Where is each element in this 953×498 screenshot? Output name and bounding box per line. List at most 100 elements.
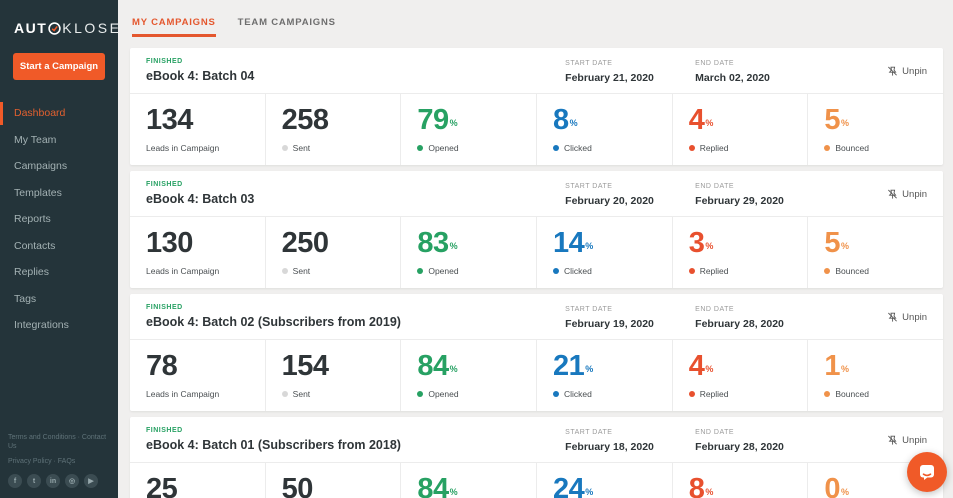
social-links: f t in ◎ ▶	[8, 474, 110, 490]
stat-cell: 250 Sent	[266, 217, 402, 288]
logo-text-klose: KLOSE	[62, 20, 122, 36]
stat-dot-icon	[553, 145, 560, 151]
sidebar-item-replies[interactable]: Replies	[0, 261, 118, 284]
footer-links-terms[interactable]: Terms and Conditions · Contact Us	[8, 433, 110, 451]
sidebar-item-dashboard[interactable]: Dashboard	[0, 102, 118, 125]
stat-value: 79%	[417, 104, 458, 136]
sidebar-item-reports[interactable]: Reports	[0, 208, 118, 231]
sidebar-item-campaigns[interactable]: Campaigns	[0, 155, 118, 178]
end-date-block: END DATE February 28, 2020	[695, 429, 825, 453]
stat-cell: 50 Sent	[266, 463, 402, 498]
stat-cell: 84% Opened	[401, 340, 538, 411]
end-date-label: END DATE	[695, 429, 735, 436]
twitter-icon[interactable]: t	[27, 474, 41, 488]
end-date-value: February 28, 2020	[695, 441, 784, 453]
chat-icon	[920, 465, 934, 480]
stat-cell: 134 Leads in Campaign	[130, 94, 266, 165]
stat-value: 5%	[824, 104, 849, 136]
sidebar-item-contacts[interactable]: Contacts	[0, 235, 118, 258]
facebook-icon[interactable]: f	[8, 474, 22, 488]
stat-value: 130	[146, 227, 193, 259]
stat-cell: 79% Opened	[401, 94, 538, 165]
stat-value: 258	[281, 104, 329, 136]
stat-value: 5%	[824, 227, 849, 259]
sidebar-nav: Dashboard My Team Campaigns Templates Re…	[0, 102, 118, 341]
stat-dot-icon	[417, 145, 424, 151]
youtube-icon[interactable]: ▶	[84, 474, 98, 488]
stat-label: Bounced	[824, 143, 943, 153]
start-date-block: START DATE February 19, 2020	[565, 306, 695, 330]
stat-cell: 258 Sent	[266, 94, 402, 165]
tab-team-campaigns[interactable]: TEAM CAMPAIGNS	[238, 17, 336, 37]
start-date-label: START DATE	[565, 429, 613, 436]
stat-value: 21%	[553, 350, 593, 382]
stat-label: Sent	[281, 389, 401, 399]
sidebar-item-tags[interactable]: Tags	[0, 288, 118, 311]
campaign-card-header: FINISHED eBook 4: Batch 04 START DATE Fe…	[130, 48, 943, 94]
clock-icon	[48, 21, 61, 35]
unpin-label: Unpin	[902, 66, 927, 77]
status-badge: FINISHED	[146, 427, 183, 434]
unpin-button[interactable]: Unpin	[887, 429, 927, 446]
stat-dot-icon	[281, 268, 288, 274]
start-date-label: START DATE	[565, 60, 613, 67]
campaign-title: eBook 4: Batch 04	[146, 69, 255, 83]
stat-value: 8%	[553, 104, 578, 136]
end-date-value: February 29, 2020	[695, 195, 784, 207]
campaign-title: eBook 4: Batch 02 (Subscribers from 2019…	[146, 315, 401, 329]
campaign-title: eBook 4: Batch 03	[146, 192, 255, 206]
end-date-label: END DATE	[695, 60, 735, 67]
end-date-value: February 28, 2020	[695, 318, 784, 330]
app-window: AUT KLOSE Start a Campaign Dashboard My …	[0, 0, 953, 498]
instagram-icon[interactable]: ◎	[65, 474, 79, 488]
stat-cell: 84% Opened	[401, 463, 538, 498]
start-date-block: START DATE February 18, 2020	[565, 429, 695, 453]
linkedin-icon[interactable]: in	[46, 474, 60, 488]
stat-dot-icon	[824, 145, 831, 151]
chat-launcher-button[interactable]	[907, 452, 947, 492]
stat-value: 84%	[417, 473, 458, 498]
stat-cell: 1% Bounced	[808, 340, 943, 411]
stat-value: 134	[146, 104, 193, 136]
stat-value: 24%	[553, 473, 593, 498]
sidebar-item-templates[interactable]: Templates	[0, 182, 118, 205]
sidebar-item-integrations[interactable]: Integrations	[0, 314, 118, 337]
stat-dot-icon	[688, 391, 695, 397]
stat-value: 1%	[824, 350, 849, 382]
stat-label: Sent	[281, 143, 401, 153]
stat-cell: 21% Clicked	[537, 340, 673, 411]
stat-cell: 8% Clicked	[537, 94, 673, 165]
stat-cell: 25 Leads in Campaign	[130, 463, 266, 498]
start-date-value: February 21, 2020	[565, 72, 654, 84]
footer-links-privacy[interactable]: Privacy Policy · FAQs	[8, 457, 110, 466]
campaign-stats-row: 134 Leads in Campaign 258 Sent 79% Opene…	[130, 94, 943, 165]
stat-cell: 24% Clicked	[537, 463, 673, 498]
start-campaign-button[interactable]: Start a Campaign	[13, 53, 105, 80]
campaign-card-header: FINISHED eBook 4: Batch 02 (Subscribers …	[130, 294, 943, 340]
unpin-label: Unpin	[902, 312, 927, 323]
stat-cell: 8% Replied	[673, 463, 809, 498]
stat-label: Sent	[281, 266, 401, 276]
stat-cell: 130 Leads in Campaign	[130, 217, 266, 288]
stat-dot-icon	[688, 145, 695, 151]
stat-cell: 5% Bounced	[808, 217, 943, 288]
stat-value: 78	[146, 350, 178, 382]
status-badge: FINISHED	[146, 304, 183, 311]
stat-dot-icon	[417, 268, 424, 274]
unpin-button[interactable]: Unpin	[887, 60, 927, 77]
stat-value: 25	[146, 473, 178, 498]
tab-my-campaigns[interactable]: MY CAMPAIGNS	[132, 17, 216, 37]
campaign-card-list: FINISHED eBook 4: Batch 04 START DATE Fe…	[130, 48, 943, 498]
campaign-stats-row: 130 Leads in Campaign 250 Sent 83% Opene…	[130, 217, 943, 288]
campaigns-tabs: MY CAMPAIGNS TEAM CAMPAIGNS	[132, 0, 943, 37]
sidebar-item-my-team[interactable]: My Team	[0, 129, 118, 152]
unpin-label: Unpin	[902, 189, 927, 200]
stat-cell: 83% Opened	[401, 217, 538, 288]
stat-value: 50	[281, 473, 314, 498]
campaign-stats-row: 25 Leads in Campaign 50 Sent 84% Opened …	[130, 463, 943, 498]
stat-value: 8%	[688, 473, 714, 498]
unpin-button[interactable]: Unpin	[887, 183, 927, 200]
stat-cell: 5% Bounced	[808, 94, 943, 165]
stat-dot-icon	[553, 268, 560, 274]
unpin-button[interactable]: Unpin	[887, 306, 927, 323]
